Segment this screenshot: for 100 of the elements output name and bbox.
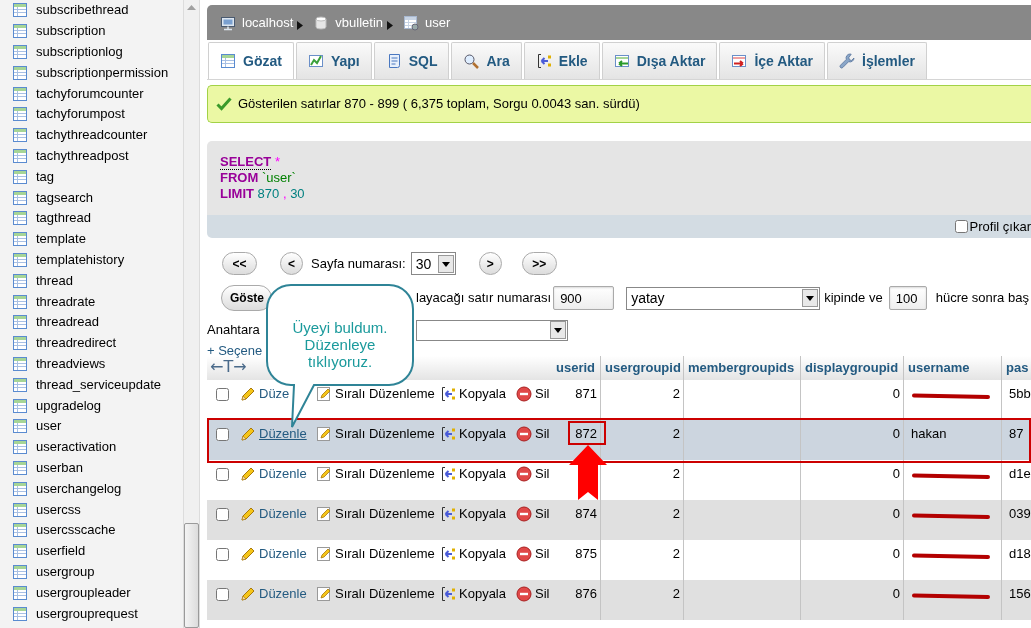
monitor-icon[interactable] (220, 14, 236, 31)
table-link[interactable]: tag (36, 168, 55, 185)
input-field[interactable]: 900 (553, 286, 615, 310)
inline-edit-link[interactable]: Sıralı Düzenleme (335, 386, 435, 402)
insert-arrow-icon[interactable] (440, 586, 456, 602)
insert-arrow-icon[interactable] (440, 466, 456, 482)
insert-arrow-icon[interactable] (440, 426, 456, 442)
page-pencil-icon[interactable] (316, 386, 332, 402)
table-link[interactable]: usergroupleader (36, 584, 131, 601)
edit-link[interactable]: Düze (259, 386, 290, 402)
table-link[interactable]: tachyforumpost (36, 106, 125, 123)
edit-link[interactable]: Düzenle (259, 506, 307, 522)
table-link[interactable]: userban (36, 459, 83, 476)
delete-link[interactable]: Sil (535, 586, 550, 602)
column-header[interactable]: membergroupids (684, 356, 800, 376)
table-icon[interactable] (12, 397, 28, 414)
input-field[interactable]: 100 (888, 286, 927, 310)
table-link[interactable]: thread_serviceupdate (36, 376, 162, 393)
table-icon[interactable] (12, 314, 28, 331)
row-checkbox[interactable] (216, 388, 229, 401)
pencil-icon[interactable] (240, 466, 256, 482)
column-header[interactable]: userid (552, 356, 600, 376)
table-icon[interactable] (12, 376, 28, 393)
table-icon[interactable] (12, 605, 28, 622)
delete-icon[interactable] (516, 466, 532, 482)
table-icon[interactable] (12, 563, 28, 580)
table-link[interactable]: template (36, 231, 86, 248)
delete-icon[interactable] (516, 586, 532, 602)
table-icon[interactable] (12, 251, 28, 268)
delete-link[interactable]: Sil (535, 386, 550, 402)
tab[interactable]: Ekle (523, 42, 600, 79)
table-link[interactable]: threadredirect (36, 335, 117, 352)
edit-link[interactable]: Düzenle (259, 586, 307, 602)
table-icon[interactable] (12, 127, 28, 144)
table-icon[interactable] (12, 501, 28, 518)
tab[interactable]: Yapı (295, 42, 372, 79)
sql-keyword-link[interactable]: SELECT (220, 154, 272, 170)
table-icon[interactable] (12, 459, 28, 476)
table-icon[interactable] (12, 439, 28, 456)
page-pencil-icon[interactable] (316, 506, 332, 522)
table-link[interactable]: thread (36, 272, 73, 289)
page-select[interactable]: 30 (410, 252, 456, 275)
copy-link[interactable]: Kopyala (459, 426, 506, 442)
copy-link[interactable]: Kopyala (459, 506, 506, 522)
page-pencil-icon[interactable] (316, 466, 332, 482)
table-link[interactable]: subscribethread (36, 2, 129, 19)
text-toggle-link[interactable]: ←T→ (210, 357, 247, 376)
table-icon[interactable] (12, 418, 28, 435)
table-row[interactable]: Düzenle Sıralı Düzenleme Kopyala Sil 876 2 0 156 (207, 580, 1031, 620)
table-icon[interactable] (12, 64, 28, 81)
table-link[interactable]: user (36, 418, 62, 435)
show-button[interactable]: Göste (221, 285, 272, 311)
delete-link[interactable]: Sil (535, 506, 550, 522)
delete-icon[interactable] (516, 386, 532, 402)
table-icon[interactable] (12, 355, 28, 372)
tab[interactable]: Dışa Aktar (601, 42, 718, 79)
table-link[interactable]: usergroup (36, 563, 95, 580)
table-row[interactable]: Düzenle Sıralı Düzenleme Kopyala Sil 874 2 0 039 (207, 500, 1031, 540)
inline-edit-link[interactable]: Sıralı Düzenleme (335, 586, 435, 602)
table-link[interactable]: tachyforumcounter (36, 85, 144, 102)
page-pencil-icon[interactable] (316, 586, 332, 602)
table-link[interactable]: tachythreadpost (36, 147, 129, 164)
table-icon[interactable] (12, 147, 28, 164)
edit-link[interactable]: Düzenle (259, 426, 307, 442)
table-link[interactable]: tagsearch (36, 189, 94, 206)
inline-edit-link[interactable]: Sıralı Düzenleme (335, 546, 435, 562)
table-icon[interactable] (403, 14, 419, 31)
delete-link[interactable]: Sil (535, 546, 550, 562)
table-link[interactable]: subscriptionlog (36, 44, 123, 60)
column-header[interactable]: usergroupid (601, 356, 683, 376)
scrollbar-thumb[interactable] (184, 523, 199, 628)
table-link[interactable]: threadviews (36, 355, 106, 372)
database-icon[interactable] (313, 14, 330, 31)
table-icon[interactable] (12, 85, 28, 102)
pencil-icon[interactable] (240, 586, 256, 602)
row-checkbox[interactable] (216, 508, 229, 521)
edit-link[interactable]: Düzenle (259, 466, 307, 482)
table-link[interactable]: useractivation (36, 439, 117, 456)
next-page-button[interactable]: > (478, 252, 502, 275)
table-link[interactable]: tachythreadcounter (36, 127, 148, 144)
tab[interactable]: Gözat (208, 42, 294, 79)
pencil-icon[interactable] (240, 426, 256, 442)
copy-link[interactable]: Kopyala (459, 386, 506, 402)
table-link[interactable]: threadread (36, 314, 99, 331)
insert-arrow-icon[interactable] (440, 506, 456, 522)
breadcrumb-link[interactable]: localhost (242, 14, 294, 31)
table-icon[interactable] (12, 168, 28, 185)
table-icon[interactable] (12, 480, 28, 497)
table-link[interactable]: usercss (36, 501, 81, 518)
checkbox-label[interactable]: Profil çıkar (969, 218, 1031, 235)
tab[interactable]: Ara (451, 42, 522, 79)
table-icon[interactable] (12, 272, 28, 289)
tab[interactable]: SQL (373, 42, 450, 79)
table-icon[interactable] (12, 210, 28, 227)
table-icon[interactable] (12, 44, 28, 60)
tab[interactable]: İşlemler (827, 42, 927, 79)
table-link[interactable]: templatehistory (36, 251, 125, 268)
mode-select[interactable]: yatay (626, 286, 821, 310)
table-icon[interactable] (12, 522, 28, 539)
table-icon[interactable] (12, 23, 28, 40)
